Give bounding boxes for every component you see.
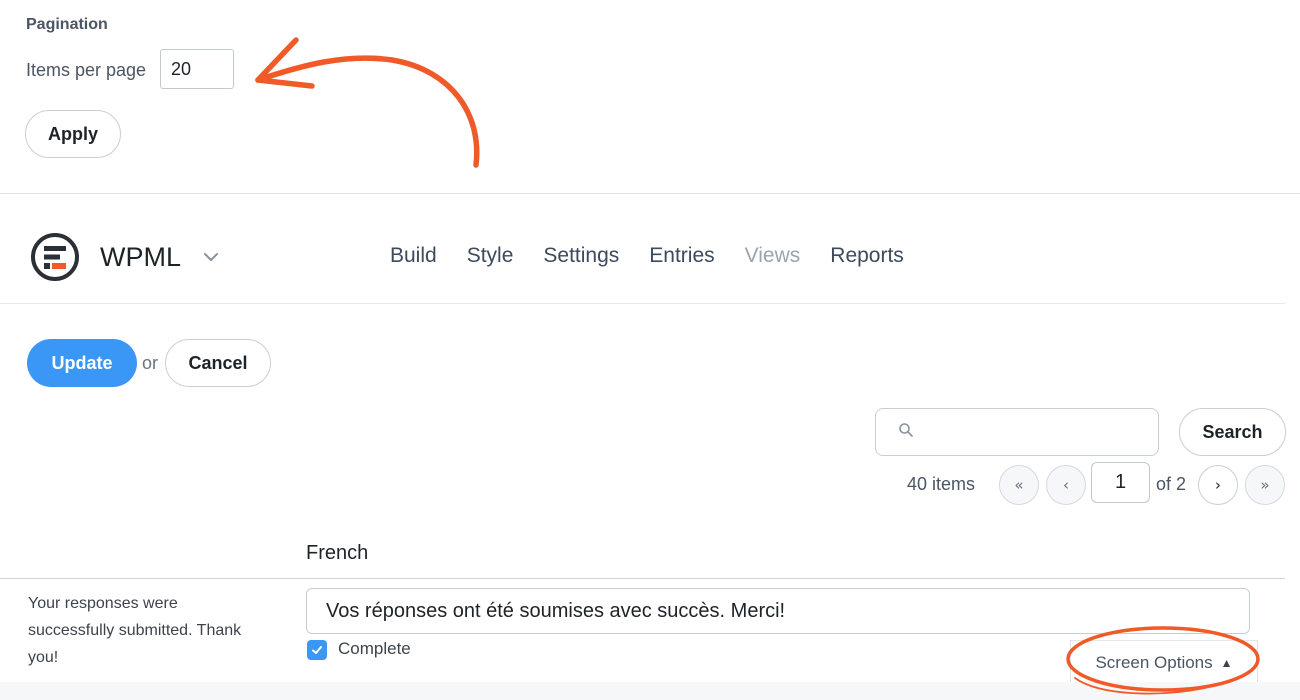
nav-style[interactable]: Style (467, 244, 514, 268)
search-icon (898, 422, 914, 443)
or-text: or (142, 353, 159, 373)
annotation-arrowhead (255, 37, 315, 89)
next-page-button[interactable]: › (1198, 465, 1238, 505)
annotation-arrow (255, 55, 480, 168)
checkmark-icon (312, 646, 322, 654)
first-page-button[interactable]: « (999, 465, 1039, 505)
page-total-text: of 2 (1156, 474, 1187, 494)
pagination-section-title: Pagination (26, 16, 108, 33)
column-header-french: French (306, 542, 369, 564)
triangle-up-icon: ▲ (1220, 656, 1233, 670)
items-count: 40 items (907, 474, 976, 494)
apply-button[interactable]: Apply (25, 110, 121, 158)
nav-views[interactable]: Views (745, 244, 801, 268)
chevron-down-icon[interactable] (200, 246, 222, 268)
screen-options-button[interactable]: Screen Options ▲ (1070, 640, 1258, 686)
header-divider (0, 303, 1285, 304)
table-divider (0, 578, 1285, 579)
form-name[interactable]: WPML (100, 242, 181, 273)
search-input[interactable] (924, 416, 1158, 448)
panel-divider (0, 193, 1300, 194)
nav-settings[interactable]: Settings (543, 244, 619, 268)
nav-entries[interactable]: Entries (649, 244, 714, 268)
original-string: Your responses were successfully submitt… (28, 595, 242, 666)
cancel-button[interactable]: Cancel (165, 339, 271, 387)
complete-checkbox[interactable] (307, 640, 327, 660)
form-nav: Build Style Settings Entries Views Repor… (390, 244, 904, 268)
search-button[interactable]: Search (1179, 408, 1286, 456)
items-per-page-input[interactable] (160, 49, 234, 89)
update-button[interactable]: Update (27, 339, 137, 387)
translation-input[interactable] (306, 588, 1250, 634)
nav-build[interactable]: Build (390, 244, 437, 268)
formidable-logo-icon (30, 232, 80, 282)
search-box[interactable] (875, 408, 1159, 456)
items-per-page-label: Items per page (26, 60, 147, 80)
prev-page-button[interactable]: ‹ (1046, 465, 1086, 505)
footer-strip (0, 682, 1300, 700)
current-page-input[interactable] (1091, 462, 1150, 503)
complete-label: Complete (338, 639, 411, 658)
last-page-button[interactable]: » (1245, 465, 1285, 505)
screen-options-label: Screen Options (1095, 653, 1213, 672)
nav-reports[interactable]: Reports (830, 244, 904, 268)
